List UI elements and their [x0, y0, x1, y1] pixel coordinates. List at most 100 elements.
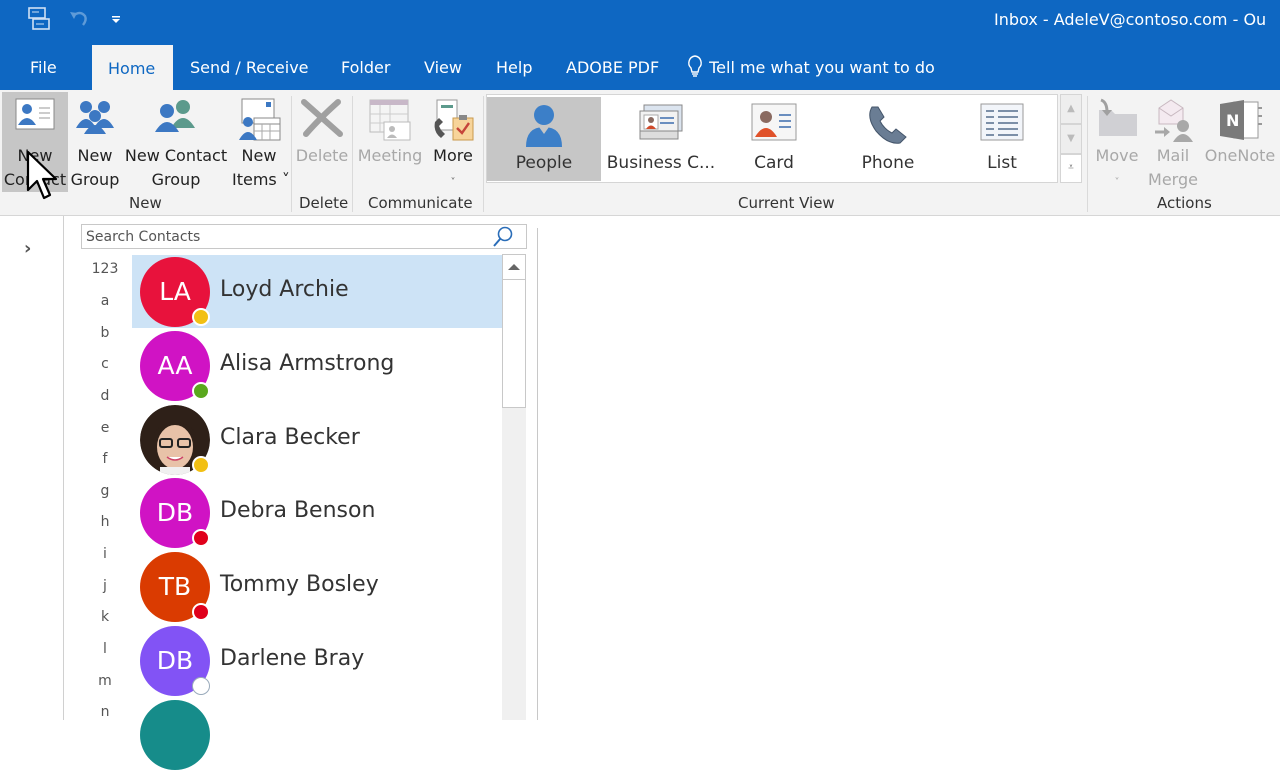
move-folder-icon [1095, 98, 1139, 145]
send-receive-all-icon[interactable] [27, 6, 51, 36]
contact-name: Loyd Archie [220, 277, 349, 302]
contact-name: Alisa Armstrong [220, 351, 395, 376]
title-bar: Inbox - AdeleV@contoso.com - Ou [0, 0, 1280, 44]
presence-away-icon [192, 456, 210, 474]
card-icon [751, 103, 797, 148]
search-icon[interactable] [492, 226, 514, 252]
window-title: Inbox - AdeleV@contoso.com - Ou [994, 10, 1267, 29]
view-business-card-label: Business C... [606, 153, 716, 173]
view-card[interactable]: Card [717, 97, 831, 181]
contact-item[interactable] [132, 698, 502, 771]
tab-send-receive[interactable]: Send / Receive [190, 44, 309, 90]
contact-item[interactable]: AA Alisa Armstrong [132, 329, 502, 402]
index-g[interactable]: g [86, 483, 124, 499]
tab-view[interactable]: View [424, 44, 462, 90]
tab-home[interactable]: Home [92, 45, 173, 91]
index-l[interactable]: l [86, 641, 124, 657]
scroll-up-arrow-icon[interactable] [502, 254, 526, 280]
index-c[interactable]: c [86, 356, 124, 372]
presence-busy-icon [192, 529, 210, 547]
new-contact-button[interactable]: New Contact [2, 92, 68, 192]
contact-name: Darlene Bray [220, 646, 365, 671]
view-card-label: Card [754, 153, 794, 173]
meeting-button[interactable]: Meeting [356, 92, 424, 192]
onenote-label: OneNote [1204, 146, 1276, 165]
new-group-icon [74, 98, 116, 141]
new-contact-icon [15, 98, 55, 139]
business-card-icon [638, 103, 684, 148]
avatar [140, 700, 210, 770]
contact-list-scrollbar[interactable] [502, 254, 526, 720]
new-items-icon [236, 98, 282, 149]
group-label-actions: Actions [1157, 194, 1212, 212]
undo-icon[interactable] [68, 8, 90, 32]
new-contact-group-button[interactable]: New Contact Group [124, 92, 228, 192]
onenote-button[interactable]: N OneNote [1202, 92, 1278, 192]
lightbulb-icon [688, 55, 702, 77]
new-items-button[interactable]: New Items ˅ [232, 92, 290, 192]
view-people[interactable]: People [487, 97, 601, 181]
move-label: Move ˅ [1095, 146, 1139, 188]
new-group-button[interactable]: New Group [68, 92, 122, 192]
scrollbar-thumb[interactable] [502, 279, 526, 408]
index-d[interactable]: d [86, 388, 124, 404]
delete-button[interactable]: Delete [294, 92, 350, 192]
reading-pane-divider[interactable] [537, 228, 538, 720]
index-123[interactable]: 123 [86, 261, 124, 277]
view-people-label: People [515, 153, 573, 173]
gallery-scroll-up[interactable]: ▲ [1060, 94, 1082, 124]
more-label: More ˅ [433, 146, 473, 188]
contact-name: Tommy Bosley [220, 572, 379, 597]
contact-item[interactable]: Clara Becker [132, 403, 502, 476]
group-separator [1087, 96, 1088, 212]
customize-qat-icon[interactable] [110, 10, 122, 29]
delete-x-icon [300, 98, 344, 145]
list-icon [980, 103, 1024, 148]
current-view-gallery: People Business C... Card Phone List [486, 94, 1058, 183]
people-icon [524, 103, 564, 152]
view-business-card[interactable]: Business C... [603, 97, 719, 181]
mail-merge-button[interactable]: Mail Merge [1146, 92, 1200, 192]
index-h[interactable]: h [86, 514, 124, 530]
tab-file[interactable]: File [30, 44, 57, 90]
gallery-scroll-down[interactable]: ▼ [1060, 124, 1082, 154]
contact-item[interactable]: LA Loyd Archie [132, 255, 502, 328]
index-j[interactable]: j [86, 578, 124, 594]
view-phone[interactable]: Phone [831, 97, 945, 181]
index-f[interactable]: f [86, 451, 124, 467]
new-items-label: New Items ˅ [232, 146, 290, 189]
contact-item[interactable]: DB Debra Benson [132, 476, 502, 549]
mail-merge-label: Mail Merge [1148, 146, 1198, 189]
presence-busy-icon [192, 603, 210, 621]
presence-available-icon [192, 382, 210, 400]
tab-folder[interactable]: Folder [341, 44, 390, 90]
index-i[interactable]: i [86, 546, 124, 562]
group-label-current-view: Current View [738, 194, 835, 212]
more-button[interactable]: More ˅ [426, 92, 480, 192]
contact-item[interactable]: DB Darlene Bray [132, 624, 502, 697]
tab-adobe-pdf[interactable]: ADOBE PDF [566, 44, 659, 90]
index-k[interactable]: k [86, 609, 124, 625]
view-list[interactable]: List [945, 97, 1059, 181]
index-b[interactable]: b [86, 325, 124, 341]
delete-label: Delete [295, 146, 349, 165]
group-separator [352, 96, 353, 212]
tell-me-label: Tell me what you want to do [709, 58, 935, 77]
group-separator [291, 96, 292, 212]
contact-item[interactable]: TB Tommy Bosley [132, 550, 502, 623]
contact-name: Debra Benson [220, 498, 376, 523]
search-contacts-input[interactable] [82, 225, 482, 248]
new-contact-label: New Contact [3, 146, 67, 189]
move-button[interactable]: Move ˅ [1090, 92, 1144, 192]
expand-folder-pane-chevron-icon[interactable]: › [24, 238, 31, 259]
gallery-expand[interactable]: ⩡ [1060, 154, 1082, 183]
tab-help[interactable]: Help [496, 44, 532, 90]
meeting-icon [368, 98, 412, 149]
index-a[interactable]: a [86, 293, 124, 309]
index-n[interactable]: n [86, 704, 124, 720]
index-e[interactable]: e [86, 420, 124, 436]
tell-me-search[interactable]: Tell me what you want to do [686, 44, 935, 90]
new-group-label: New Group [70, 146, 120, 189]
index-m[interactable]: m [86, 673, 124, 689]
presence-away-icon [192, 308, 210, 326]
